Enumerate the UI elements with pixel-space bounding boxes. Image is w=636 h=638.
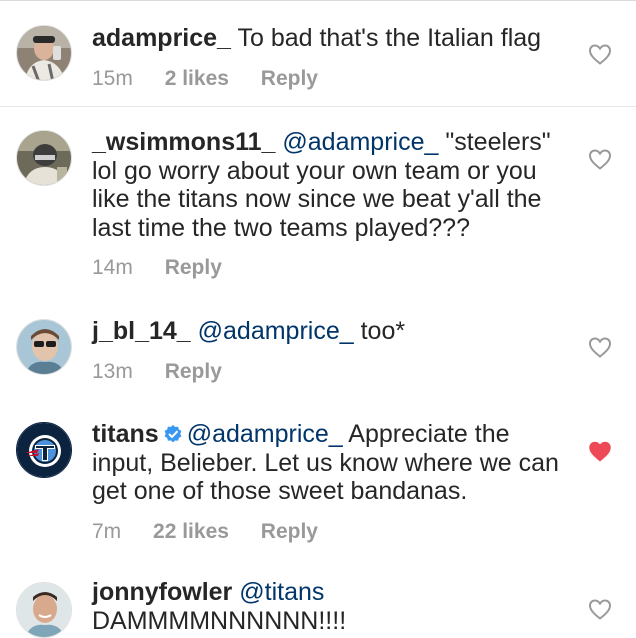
comment-likes[interactable]: 2 likes bbox=[165, 67, 229, 90]
comment-username[interactable]: j_bl_14_ bbox=[92, 317, 191, 345]
comment-text: adamprice_ To bad that's the Italian fla… bbox=[92, 24, 562, 53]
avatar[interactable] bbox=[16, 582, 72, 638]
reply-button[interactable]: Reply bbox=[165, 256, 222, 279]
comment-username[interactable]: adamprice_ bbox=[92, 24, 231, 52]
comment-meta: 13m Reply bbox=[92, 360, 562, 384]
comment-body: too* bbox=[360, 317, 406, 345]
heart-outline-icon[interactable] bbox=[588, 336, 612, 358]
heart-outline-icon[interactable] bbox=[588, 598, 612, 620]
comment-username[interactable]: titans bbox=[92, 420, 159, 448]
comment-time: 14m bbox=[92, 256, 133, 279]
top-divider bbox=[0, 0, 636, 1]
comment-body: To bad that's the Italian flag bbox=[237, 24, 542, 52]
avatar[interactable] bbox=[16, 319, 72, 375]
reply-button[interactable]: Reply bbox=[261, 67, 318, 90]
comment-likes[interactable]: 22 likes bbox=[153, 520, 229, 543]
titans-logo-icon bbox=[17, 423, 71, 477]
comment-username[interactable]: jonnyfowler bbox=[92, 578, 232, 606]
comment-text: _wsimmons11_ @adamprice_ "steelers" lol … bbox=[92, 128, 562, 242]
reply-button[interactable]: Reply bbox=[261, 520, 318, 543]
comment-username[interactable]: _wsimmons11_ bbox=[92, 128, 275, 156]
avatar[interactable] bbox=[16, 130, 72, 186]
comment-mention[interactable]: @adamprice_ bbox=[187, 420, 343, 448]
heart-outline-icon[interactable] bbox=[588, 148, 612, 170]
comment-body: DAMMMMNNNNNN!!!! bbox=[92, 606, 347, 635]
comment-text: titans @adamprice_ Appreciate the input,… bbox=[92, 420, 562, 506]
verified-badge-icon bbox=[164, 425, 182, 443]
heart-filled-icon[interactable] bbox=[588, 440, 612, 462]
comment-text: j_bl_14_ @adamprice_ too* bbox=[92, 317, 562, 346]
comment-mention[interactable]: @adamprice_ bbox=[198, 317, 354, 345]
comment-mention[interactable]: @titans bbox=[239, 578, 324, 606]
comment-time: 13m bbox=[92, 359, 133, 383]
comment-divider bbox=[0, 106, 636, 107]
heart-outline-icon[interactable] bbox=[588, 43, 612, 65]
comment-time: 7m bbox=[92, 519, 122, 543]
comment-meta: 15m 2 likes Reply bbox=[92, 67, 562, 91]
comment-mention[interactable]: @adamprice_ bbox=[282, 128, 438, 156]
avatar[interactable] bbox=[16, 422, 72, 478]
comment-time: 15m bbox=[92, 66, 133, 90]
comment-meta: 7m 22 likes Reply bbox=[92, 520, 562, 544]
comment-meta: 14m Reply bbox=[92, 256, 562, 280]
reply-button[interactable]: Reply bbox=[165, 360, 222, 383]
avatar[interactable] bbox=[16, 25, 72, 81]
comment-text: jonnyfowler @titans DAMMMMNNNNNN!!!! bbox=[92, 578, 562, 635]
